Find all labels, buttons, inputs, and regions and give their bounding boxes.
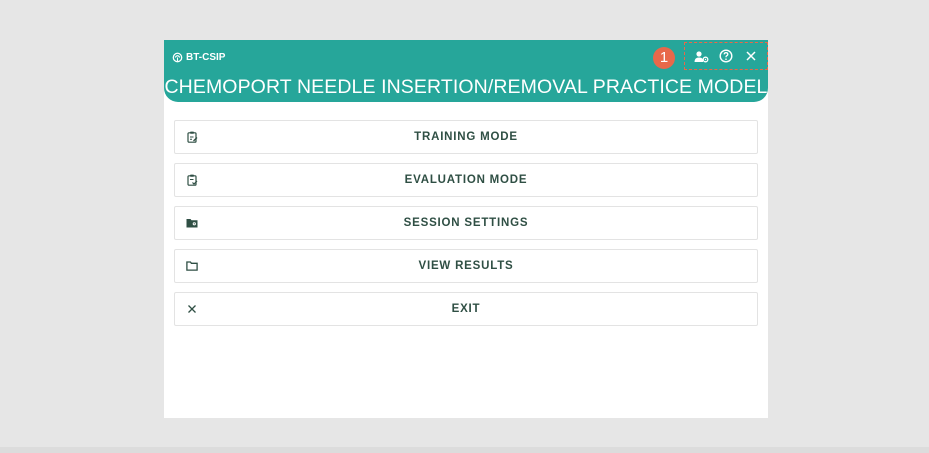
- app-header: BT-CSIP 1 CHEMOPORT NEEDLE INSERTION/REM…: [164, 40, 768, 102]
- brand: BT-CSIP: [172, 49, 225, 65]
- brand-logo-icon: [172, 52, 183, 62]
- menu-item-label: EVALUATION MODE: [404, 174, 528, 186]
- brand-name: BT-CSIP: [186, 51, 226, 63]
- training-mode-button[interactable]: TRAINING MODE: [174, 120, 758, 154]
- step-badge: 1: [653, 47, 675, 69]
- main-menu: TRAINING MODE EVALUATION MODE SESSION SE…: [174, 120, 758, 335]
- menu-item-label: SESSION SETTINGS: [403, 217, 529, 229]
- evaluation-mode-button[interactable]: EVALUATION MODE: [174, 163, 758, 197]
- session-settings-button[interactable]: SESSION SETTINGS: [174, 206, 758, 240]
- main-window: BT-CSIP 1 CHEMOPORT NEEDLE INSERTION/REM…: [164, 40, 768, 418]
- exit-button[interactable]: EXIT: [174, 292, 758, 326]
- close-icon[interactable]: [743, 48, 759, 64]
- user-settings-icon[interactable]: [693, 48, 709, 64]
- menu-item-label: VIEW RESULTS: [418, 260, 514, 272]
- view-results-button[interactable]: VIEW RESULTS: [174, 249, 758, 283]
- header-icon-group: [684, 42, 768, 70]
- menu-item-label: TRAINING MODE: [414, 131, 518, 143]
- help-icon[interactable]: [718, 48, 734, 64]
- page-title: CHEMOPORT NEEDLE INSERTION/REMOVAL PRACT…: [164, 76, 768, 98]
- bottom-border: [0, 447, 929, 453]
- menu-item-label: EXIT: [451, 303, 481, 315]
